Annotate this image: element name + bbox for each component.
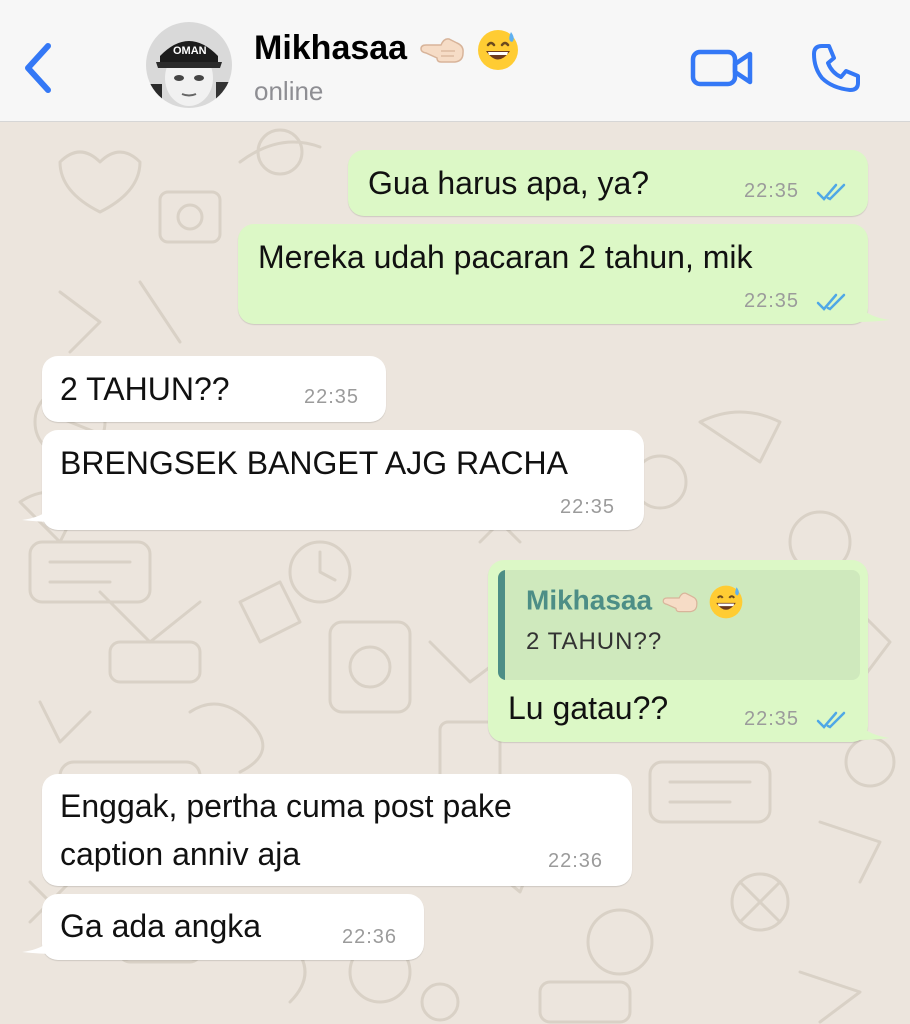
grinning-sweat-emoji — [709, 585, 743, 619]
message-text: Gua harus apa, ya? — [368, 165, 650, 201]
bubble-tail — [22, 496, 58, 522]
video-call-icon[interactable] — [690, 46, 754, 90]
message-time: 22:35 — [560, 496, 616, 518]
message-text: Lu gatau?? — [508, 690, 669, 726]
contact-name-text: Mikhasaa — [254, 28, 408, 67]
phone-call-icon[interactable] — [810, 42, 862, 94]
quoted-message[interactable]: Mikhasaa 2 TAHUN?? — [498, 570, 860, 680]
quote-accent-bar — [498, 570, 505, 680]
message-text: BRENGSEK BANGET AJG RACHA — [60, 445, 568, 481]
double-check-read-icon — [816, 183, 846, 201]
message-bubble-outgoing-reply[interactable]: Mikhasaa 2 TAHUN?? Lu gatau?? 22:35 — [488, 560, 868, 742]
message-time: 22:35 — [744, 180, 800, 202]
message-bubble-incoming[interactable]: 2 TAHUN?? 22:35 — [42, 356, 386, 422]
message-bubble-outgoing[interactable]: Gua harus apa, ya? 22:35 — [348, 150, 868, 216]
message-bubble-incoming[interactable]: Enggak, pertha cuma post pake caption an… — [42, 774, 632, 886]
message-bubble-outgoing[interactable]: Mereka udah pacaran 2 tahun, mik 22:35 — [238, 224, 868, 324]
chat-header: OMAN Mikhasaa online — [0, 0, 910, 122]
back-chevron-icon[interactable] — [20, 40, 56, 96]
message-bubble-incoming[interactable]: BRENGSEK BANGET AJG RACHA 22:35 — [42, 430, 644, 530]
bubble-tail — [854, 714, 890, 740]
message-time: 22:35 — [304, 386, 360, 408]
quote-text: 2 TAHUN?? — [526, 628, 663, 655]
message-text-line: caption anniv aja — [60, 836, 301, 872]
message-time: 22:35 — [744, 708, 800, 730]
hand-pointing-left-emoji — [419, 38, 464, 63]
message-list[interactable]: Gua harus apa, ya? 22:35 Mereka udah pac… — [0, 122, 910, 1024]
contact-status: online — [254, 76, 324, 106]
quote-author-text: Mikhasaa — [526, 584, 653, 616]
message-time: 22:36 — [342, 926, 398, 948]
message-bubble-incoming[interactable]: Ga ada angka 22:36 — [42, 894, 424, 960]
message-text: Ga ada angka — [60, 908, 262, 944]
svg-text:OMAN: OMAN — [173, 45, 207, 57]
quote-author: Mikhasaa — [526, 584, 744, 620]
message-text: Mereka udah pacaran 2 tahun, mik — [258, 239, 753, 275]
message-time: 22:35 — [744, 290, 800, 312]
bubble-tail — [22, 928, 58, 954]
grinning-sweat-emoji — [478, 30, 518, 70]
hand-pointing-left-emoji — [662, 592, 698, 613]
contact-name[interactable]: Mikhasaa — [254, 28, 520, 72]
message-time: 22:36 — [548, 850, 604, 872]
bubble-tail — [854, 296, 890, 322]
double-check-read-icon — [816, 293, 846, 311]
message-text-line: Enggak, pertha cuma post pake — [60, 788, 512, 824]
contact-avatar[interactable]: OMAN — [146, 22, 232, 108]
double-check-read-icon — [816, 711, 846, 729]
message-text: 2 TAHUN?? — [60, 371, 230, 407]
